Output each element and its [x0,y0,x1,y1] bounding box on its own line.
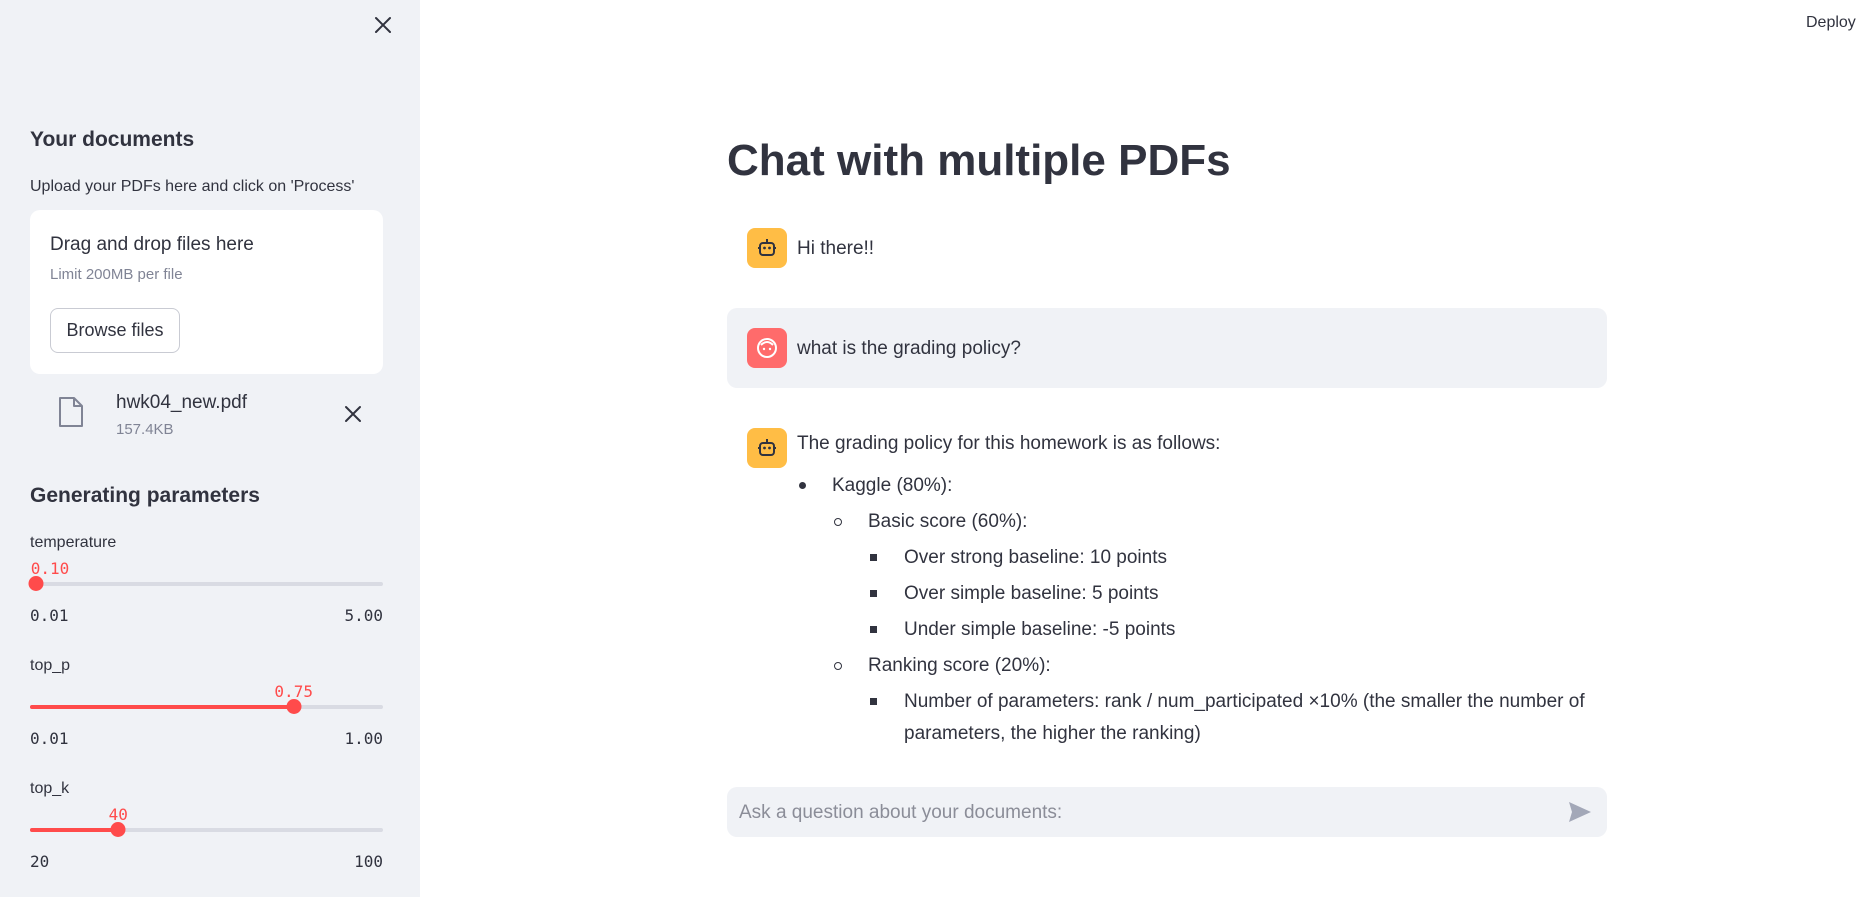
file-dropzone[interactable]: Drag and drop files here Limit 200MB per… [30,210,383,374]
slider-min: 20 [30,852,50,871]
send-icon[interactable] [1567,800,1593,824]
bullet [870,626,877,633]
page-title: Chat with multiple PDFs [727,136,1231,185]
user-avatar [747,328,787,368]
chat-input[interactable] [737,787,1541,839]
chat-message-assistant: The grading policy for this homework is … [727,420,1607,760]
list-item: Over simple baseline: 5 points [797,576,1585,612]
temperature-slider[interactable]: temperature 0.10 0.01 5.00 [28,534,383,644]
slider-max: 1.00 [344,729,383,748]
chat-input-container [727,787,1607,839]
dropzone-title: Drag and drop files here [50,234,254,255]
chat-message-assistant: Hi there!! [727,222,1607,274]
slider-label: top_k [30,780,70,797]
list-item-text: Kaggle (80%): [832,475,953,496]
robot-icon [758,239,776,256]
slider-label: top_p [30,657,71,674]
slider-thumb[interactable] [110,822,126,837]
slider-max: 5.00 [344,606,383,625]
top-k-slider[interactable]: top_k 40 20 100 [30,780,383,890]
slider-max: 100 [354,852,383,871]
list-item: Number of parameters: rank / num_partici… [797,686,1585,750]
response-list: Kaggle (80%): Basic score (60%): Over st… [797,468,1585,750]
list-item: Basic score (60%): [797,504,1585,540]
slider-track[interactable] [30,705,383,709]
slider-min: 0.01 [30,729,69,748]
list-item: Over strong baseline: 10 points [797,540,1585,576]
top-p-slider[interactable]: top_p 0.75 0.01 1.00 [30,657,383,767]
sidebar: Your documents Upload your PDFs here and… [0,0,420,897]
file-icon [59,397,83,427]
bullet [834,662,842,670]
slider-thumb[interactable] [286,699,302,714]
slider-track[interactable] [30,828,383,832]
parameters-heading: Generating parameters [30,484,260,507]
deploy-button[interactable]: Deploy [1806,14,1856,32]
list-item-text: Over strong baseline: 10 points [904,547,1167,568]
list-item-text: Ranking score (20%): [868,655,1051,676]
chat-message-user: what is the grading policy? [727,308,1607,388]
bullet [870,698,877,705]
list-item: Kaggle (80%): [797,468,1585,504]
slider-fill [30,828,119,832]
list-item-text: Over simple baseline: 5 points [904,583,1159,604]
documents-heading: Your documents [30,128,195,151]
message-text: what is the grading policy? [797,338,1021,359]
message-text: The grading policy for this homework is … [797,433,1221,454]
browse-files-button[interactable]: Browse files [50,308,180,353]
bot-avatar [747,428,787,468]
file-size: 157.4KB [116,421,174,438]
remove-file-icon[interactable] [343,404,363,424]
list-item-text: parameters, the higher the ranking) [904,723,1201,744]
slider-thumb[interactable] [28,576,44,591]
slider-label: temperature [30,534,117,551]
list-item-text: Number of parameters: rank / num_partici… [904,691,1585,712]
face-icon [757,338,777,358]
message-text: Hi there!! [797,238,875,259]
list-item-text: Basic score (60%): [868,511,1028,532]
bot-avatar [747,228,787,268]
list-item-text: Under simple baseline: -5 points [904,619,1176,640]
bullet [870,554,877,561]
dropzone-limit: Limit 200MB per file [50,266,183,283]
bullet [870,590,877,597]
robot-icon [758,439,776,456]
slider-fill [30,705,294,709]
slider-track[interactable] [30,582,383,586]
bullet [799,482,806,489]
bullet [834,518,842,526]
close-icon[interactable] [372,14,394,36]
file-name: hwk04_new.pdf [116,392,247,413]
list-item: Under simple baseline: -5 points [797,612,1585,648]
upload-description: Upload your PDFs here and click on 'Proc… [30,178,355,195]
slider-min: 0.01 [30,606,69,625]
list-item: Ranking score (20%): [797,648,1585,684]
uploaded-file: hwk04_new.pdf 157.4KB [30,388,383,444]
